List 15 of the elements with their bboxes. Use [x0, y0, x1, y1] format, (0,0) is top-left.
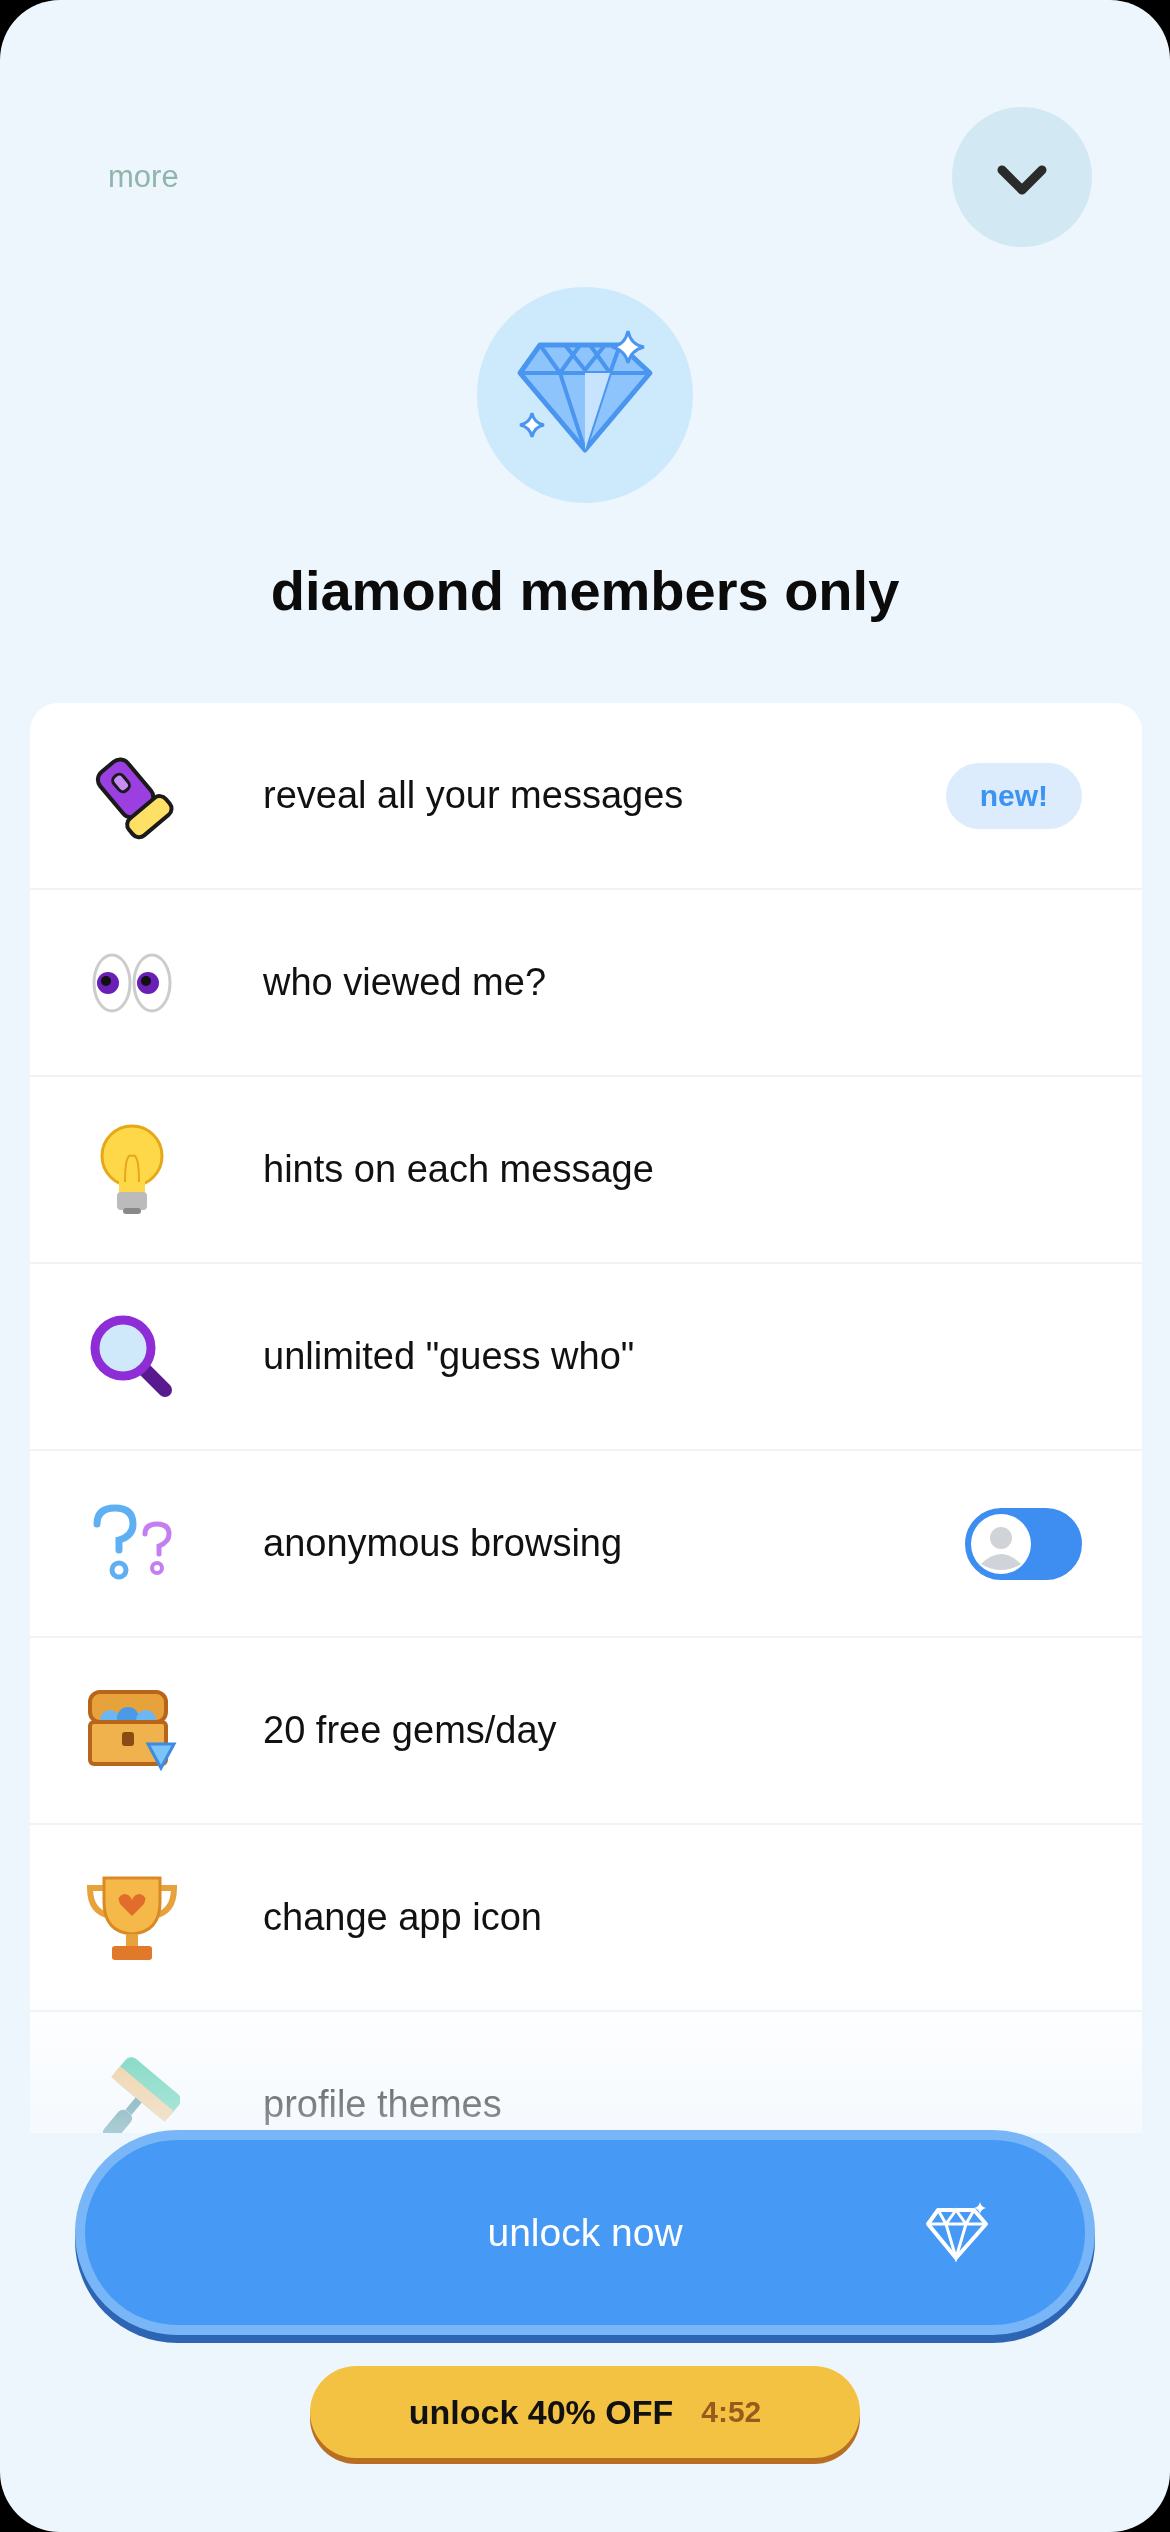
feature-label: reveal all your messages	[263, 774, 685, 817]
feature-label: who viewed me?	[263, 961, 548, 1004]
diamond-icon	[924, 2200, 990, 2262]
feature-label: 20 free gems/day	[263, 1709, 558, 1752]
feature-label: hints on each message	[263, 1148, 655, 1191]
new-badge: new!	[945, 762, 1082, 829]
feature-label: anonymous browsing	[263, 1522, 624, 1565]
feature-label: change app icon	[263, 1896, 543, 1939]
feature-label: unlimited "guess who"	[263, 1335, 636, 1378]
page-title: diamond members only	[270, 559, 900, 623]
countdown-timer: 4:52	[701, 2395, 762, 2429]
feature-label: profile themes	[263, 2083, 503, 2126]
avatar-icon	[969, 1511, 1033, 1576]
more-link[interactable]: more	[108, 159, 179, 195]
chevron-down-icon	[996, 164, 1048, 196]
